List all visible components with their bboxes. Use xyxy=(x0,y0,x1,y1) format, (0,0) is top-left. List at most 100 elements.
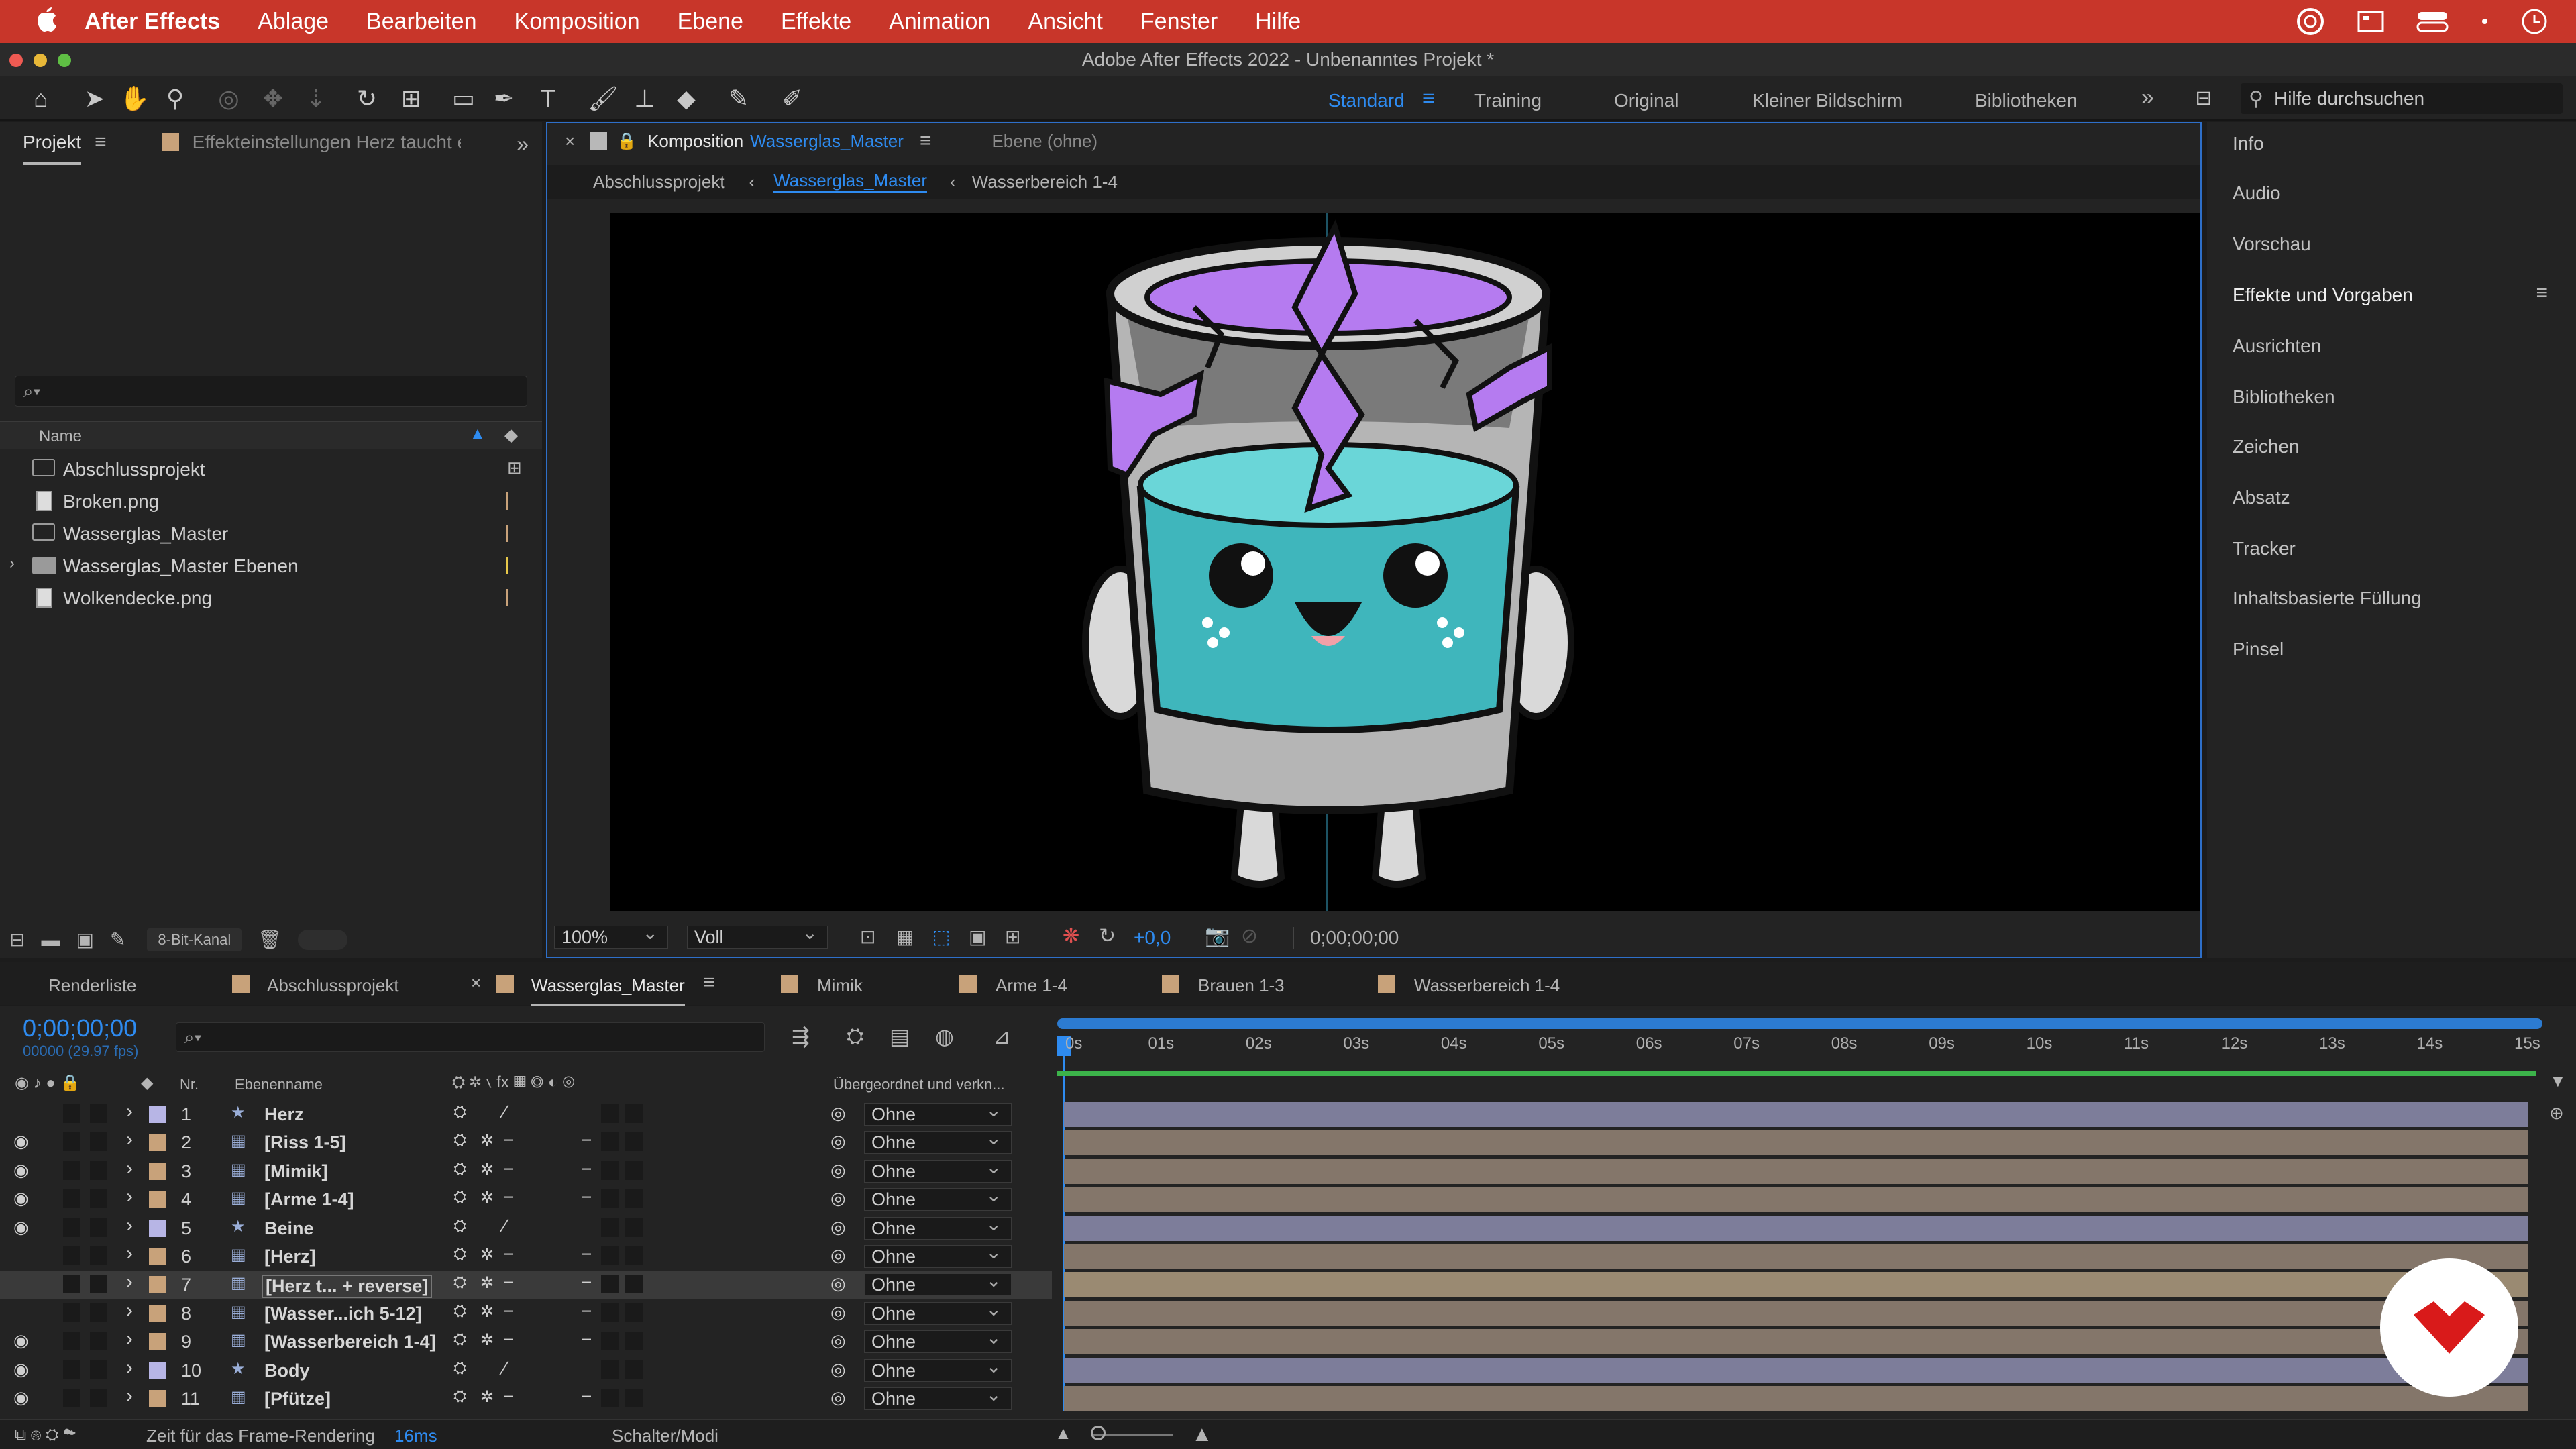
column-nr[interactable]: Nr. xyxy=(180,1076,199,1093)
lock-toggle[interactable] xyxy=(90,1132,107,1152)
parent-dropdown[interactable]: Ohne xyxy=(864,1299,1012,1325)
collapse-switch-icon[interactable]: ✲ xyxy=(480,1160,494,1179)
workspace-menu-icon[interactable]: ≡ xyxy=(1422,86,1435,111)
parent-dropdown[interactable]: Ohne xyxy=(864,1128,1012,1155)
shy-switch-icon[interactable]: ⛭ xyxy=(453,1131,466,1150)
layer-duration-bar[interactable] xyxy=(1064,1386,2528,1411)
pickwhip-icon[interactable]: ◎ xyxy=(830,1131,846,1152)
layer-row[interactable]: ◉ › 2 ▦ [Riss 1-5] ⛭ ✲ − − ◎ Ohne xyxy=(0,1128,1052,1157)
menu-animation[interactable]: Animation xyxy=(889,9,990,35)
motion-blur-switch-icon[interactable]: − xyxy=(581,1130,592,1151)
switch-box[interactable] xyxy=(625,1389,643,1407)
comp-tab-prefix[interactable]: Komposition xyxy=(647,131,743,152)
parent-dropdown[interactable]: Ohne xyxy=(864,1384,1012,1410)
shy-layers-icon[interactable]: ⛭ xyxy=(847,1024,864,1049)
panel-zeichen[interactable]: Zeichen xyxy=(2233,436,2300,458)
collapse-switch-icon[interactable]: ✲ xyxy=(480,1188,494,1208)
tab-effekteinstellungen[interactable]: Effekteinstellungen Herz taucht e xyxy=(193,131,461,153)
quality-switch-icon[interactable]: − xyxy=(503,1386,514,1407)
quality-switch-icon[interactable]: − xyxy=(503,1244,514,1265)
viewer-timecode[interactable]: 0;00;00;00 xyxy=(1293,927,1399,949)
interpret-footage-icon[interactable]: ⊟ xyxy=(9,928,25,951)
comp-panel-menu-icon[interactable]: ≡ xyxy=(920,129,932,152)
pickwhip-icon[interactable]: ◎ xyxy=(830,1160,846,1181)
panel-audio[interactable]: Audio xyxy=(2233,182,2281,204)
lock-toggle[interactable] xyxy=(90,1246,107,1265)
rectangle-tool-icon[interactable]: ▭ xyxy=(449,85,478,113)
tab-wasserglas-master[interactable]: Wasserglas_Master xyxy=(531,975,685,1007)
tab-projekt[interactable]: Projekt xyxy=(23,131,82,165)
project-item[interactable]: Broken.png xyxy=(0,484,542,517)
tab-mimik[interactable]: Mimik xyxy=(817,975,863,996)
tab-arme[interactable]: Arme 1-4 xyxy=(996,975,1067,996)
current-time-display[interactable]: 0;00;00;00 xyxy=(23,1014,137,1042)
lock-toggle[interactable] xyxy=(90,1218,107,1237)
parent-dropdown[interactable]: Ohne xyxy=(864,1356,1012,1382)
project-item[interactable]: Abschlussprojekt ⊞ xyxy=(0,452,542,484)
display-icon[interactable] xyxy=(2356,8,2385,41)
menu-ebene[interactable]: Ebene xyxy=(678,9,743,35)
menu-komposition[interactable]: Komposition xyxy=(515,9,640,35)
layer-label-color[interactable] xyxy=(149,1248,166,1265)
shy-switch-icon[interactable]: ⛭ xyxy=(453,1217,466,1236)
quality-switch-icon[interactable]: − xyxy=(503,1187,514,1208)
close-tab-icon[interactable]: × xyxy=(471,973,481,994)
grid-guides-icon[interactable]: ⊞ xyxy=(1005,926,1020,948)
parent-dropdown[interactable]: Ohne xyxy=(864,1157,1012,1183)
pen-tool-icon[interactable]: ✒ xyxy=(490,85,518,113)
pan-camera-icon[interactable]: ✥ xyxy=(259,85,287,113)
switch-box[interactable] xyxy=(601,1189,619,1209)
mask-visibility-icon[interactable]: ⬚ xyxy=(932,926,950,948)
transparency-grid-icon[interactable]: ▦ xyxy=(896,926,914,948)
shy-switch-icon[interactable]: ⛭ xyxy=(453,1302,466,1321)
solo-toggle[interactable] xyxy=(63,1189,80,1209)
layer-label-color[interactable] xyxy=(149,1134,166,1152)
layer-label-color[interactable] xyxy=(149,1219,166,1237)
frame-blending-icon[interactable]: ▤ xyxy=(890,1024,910,1049)
panel-tracker[interactable]: Tracker xyxy=(2233,538,2296,559)
collapse-switch-icon[interactable]: ✲ xyxy=(480,1131,494,1150)
pickwhip-icon[interactable]: ◎ xyxy=(830,1302,846,1323)
visibility-toggle-icon[interactable]: ◉ xyxy=(13,1160,34,1180)
shy-switch-icon[interactable]: ⛭ xyxy=(453,1330,466,1349)
layer-label-color[interactable] xyxy=(149,1276,166,1294)
selection-tool-icon[interactable]: ➤ xyxy=(80,85,109,113)
layer-label-color[interactable] xyxy=(149,1333,166,1351)
home-icon[interactable]: ⌂ xyxy=(27,85,55,113)
help-search-field[interactable]: ⚲ Hilfe durchsuchen xyxy=(2241,83,2563,114)
orbit-camera-icon[interactable]: ◎ xyxy=(215,85,243,113)
layer-row[interactable]: › 6 ▦ [Herz] ⛭ ✲ − − ◎ Ohne xyxy=(0,1242,1052,1271)
tab-renderliste[interactable]: Renderliste xyxy=(48,975,137,996)
lock-toggle[interactable] xyxy=(90,1389,107,1407)
zoom-window-button[interactable] xyxy=(58,54,71,67)
workspace-original[interactable]: Original xyxy=(1614,90,1678,111)
layer-name[interactable]: Beine xyxy=(262,1218,317,1239)
quality-switch-icon[interactable]: − xyxy=(503,1301,514,1322)
visibility-toggle-icon[interactable] xyxy=(13,1273,34,1293)
shy-switch-icon[interactable]: ⛭ xyxy=(453,1188,466,1207)
project-search-input[interactable]: ⌕▾ xyxy=(15,376,527,407)
layer-name[interactable]: [Arme 1-4] xyxy=(262,1189,357,1210)
layer-row[interactable]: ◉ › 10 ★ Body ⛭ ∕ ◎ Ohne xyxy=(0,1356,1052,1385)
thumbnail-slider[interactable] xyxy=(297,929,347,950)
solo-toggle[interactable] xyxy=(63,1360,80,1379)
breadcrumb-abschlussprojekt[interactable]: Abschlussprojekt xyxy=(593,172,725,193)
pickwhip-icon[interactable]: ◎ xyxy=(830,1359,846,1380)
expand-layer-icon[interactable]: › xyxy=(126,1328,133,1350)
visibility-toggle-icon[interactable] xyxy=(13,1302,34,1322)
pickwhip-icon[interactable]: ◎ xyxy=(830,1217,846,1238)
layer-row[interactable]: ◉ › 11 ▦ [Pfütze] ⛭ ✲ − − ◎ Ohne xyxy=(0,1384,1052,1413)
brush-tool-icon[interactable]: 🖌 xyxy=(588,85,619,113)
switch-box[interactable] xyxy=(625,1189,643,1209)
switch-box[interactable] xyxy=(625,1104,643,1123)
shy-switch-icon[interactable]: ⛭ xyxy=(453,1160,466,1179)
switch-box[interactable] xyxy=(625,1360,643,1379)
panel-absatz[interactable]: Absatz xyxy=(2233,487,2290,508)
lock-toggle[interactable] xyxy=(90,1275,107,1294)
parent-dropdown[interactable]: Ohne xyxy=(864,1099,1012,1126)
panel-ausrichten[interactable]: Ausrichten xyxy=(2233,335,2321,357)
column-ebenenname[interactable]: Ebenenname xyxy=(235,1076,323,1093)
expand-layer-icon[interactable]: › xyxy=(126,1385,133,1407)
column-parent[interactable]: Übergeordnet und verkn... xyxy=(833,1076,1005,1093)
layer-name[interactable]: [Wasserbereich 1-4] xyxy=(262,1332,439,1352)
